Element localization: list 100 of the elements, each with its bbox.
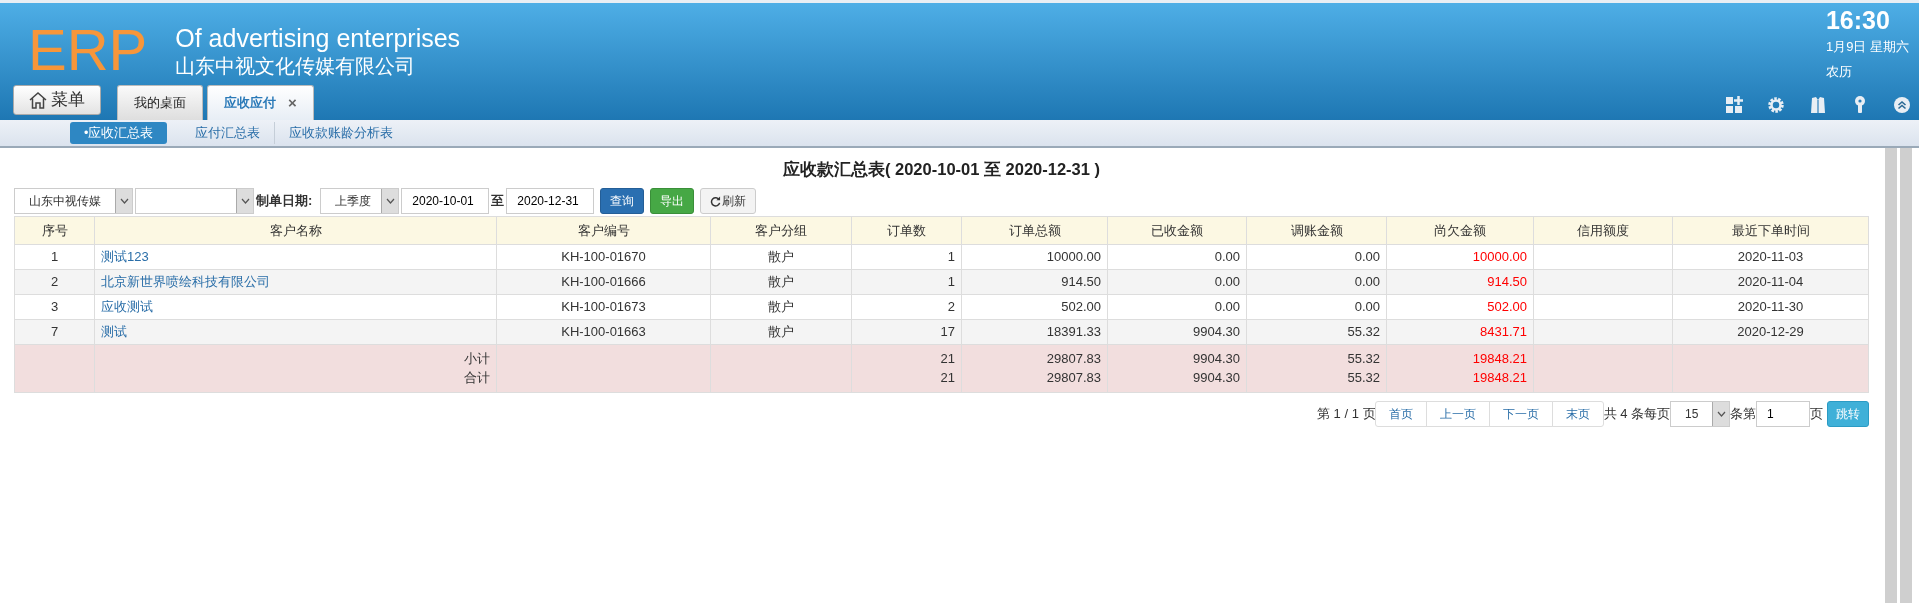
table-cell: 2 — [14, 269, 95, 295]
column-header: 最近下单时间 — [1672, 216, 1869, 245]
table-cell: 2020-11-03 — [1672, 244, 1869, 270]
table-cell: 17 — [851, 319, 962, 345]
toolbar-button[interactable]: 导出 — [650, 187, 695, 214]
table-cell: 0.00 — [1107, 294, 1247, 320]
company-select[interactable]: 山东中视传媒 — [14, 187, 133, 214]
page-number-field[interactable]: 1 — [1756, 400, 1810, 427]
pager-button[interactable]: 上一页 — [1425, 400, 1490, 427]
date-from-field[interactable]: 2020-10-01 — [401, 187, 490, 214]
page-suffix-label: 页 — [1810, 405, 1823, 423]
table-cell: KH-100-01666 — [496, 269, 711, 295]
customer-link[interactable]: 应收测试 — [101, 299, 153, 314]
column-header: 已收金额 — [1107, 216, 1247, 245]
logo: ERP — [28, 21, 148, 79]
table-cell: KH-100-01663 — [496, 319, 711, 345]
column-header: 客户名称 — [94, 216, 497, 245]
table-cell: 7 — [14, 319, 95, 345]
toolbar-button[interactable]: 刷新 — [700, 187, 757, 214]
table-cell: 18391.33 — [961, 319, 1108, 345]
pager-button[interactable]: 末页 — [1551, 400, 1604, 427]
column-header: 客户编号 — [496, 216, 711, 245]
home-icon — [29, 91, 47, 109]
scrollbar[interactable] — [1900, 148, 1912, 603]
total-value: 29807.83 — [1046, 370, 1101, 386]
column-header: 调账金额 — [1246, 216, 1387, 245]
column-header: 订单总额 — [961, 216, 1108, 245]
total-value: 55.32 — [1347, 350, 1380, 366]
total-value: 29807.83 — [1046, 350, 1101, 366]
refresh-icon — [710, 196, 722, 208]
table-cell: 0.00 — [1107, 269, 1247, 295]
subnav-link[interactable]: •应收汇总表 — [70, 121, 168, 145]
table-cell: KH-100-01670 — [496, 244, 711, 270]
column-header: 尚欠金额 — [1386, 216, 1534, 245]
menu-button[interactable]: 菜单 — [13, 85, 101, 115]
table-cell: 2020-11-30 — [1672, 294, 1869, 320]
table-cell: 2 — [851, 294, 962, 320]
toolbar-button[interactable]: 查询 — [600, 187, 645, 214]
grid-add-icon[interactable] — [1725, 96, 1743, 114]
total-value: 55.32 — [1347, 370, 1380, 386]
table-cell: 散户 — [710, 269, 852, 295]
scrollbar[interactable] — [1885, 148, 1897, 603]
column-header: 客户分组 — [710, 216, 852, 245]
company-name: 山东中视文化传媒有限公司 — [175, 54, 417, 79]
date-to-field[interactable]: 2020-12-31 — [506, 187, 595, 214]
page-info: 第 1 / 1 页 — [1317, 405, 1376, 423]
clock-time: 16:30 — [1825, 7, 1891, 35]
total-value: 19848.21 — [1472, 350, 1527, 366]
collapse-icon[interactable] — [1893, 96, 1911, 114]
total-value: 19848.21 — [1472, 370, 1527, 386]
table-cell: 55.32 — [1246, 319, 1387, 345]
total-value: 9904.30 — [1193, 350, 1240, 366]
subnav-link[interactable]: 应收款账龄分析表 — [275, 121, 408, 145]
table-cell: 914.50 — [1386, 269, 1534, 295]
close-tab-button[interactable]: × — [288, 91, 297, 115]
table-cell: 2020-11-04 — [1672, 269, 1869, 295]
table-cell: 9904.30 — [1107, 319, 1247, 345]
subnav-link[interactable]: 应付汇总表 — [181, 121, 276, 145]
table-cell: 2020-12-29 — [1672, 319, 1869, 345]
table-cell: 10000.00 — [1386, 244, 1534, 270]
tab[interactable]: 应收应付 × — [207, 85, 314, 120]
table-cell: 1 — [851, 244, 962, 270]
record-count: 共 4 条每页 — [1603, 405, 1670, 423]
table-cell: 0.00 — [1246, 294, 1387, 320]
tab[interactable]: 我的桌面 — [117, 85, 203, 120]
table-cell: KH-100-01673 — [496, 294, 711, 320]
table-cell: 散户 — [710, 319, 852, 345]
table-cell: 1 — [851, 269, 962, 295]
column-header: 订单数 — [851, 216, 962, 245]
total-value: 21 — [940, 370, 955, 386]
column-header: 序号 — [14, 216, 95, 245]
settings-icon[interactable] — [1767, 96, 1785, 114]
table-cell: 914.50 — [961, 269, 1108, 295]
table-cell: 3 — [14, 294, 95, 320]
customer-link[interactable]: 测试123 — [101, 249, 149, 264]
table-cell: 0.00 — [1246, 244, 1387, 270]
page-prefix-label: 条第 — [1730, 405, 1756, 423]
customer-link[interactable]: 测试 — [101, 324, 127, 339]
table-cell: 502.00 — [961, 294, 1108, 320]
app-title: Of advertising enterprises — [175, 23, 461, 53]
table-cell: 散户 — [710, 244, 852, 270]
period-select[interactable]: 上季度 — [320, 187, 400, 214]
to-label: 至 — [491, 192, 505, 210]
lunar-calendar-link[interactable]: 农历 — [1825, 62, 1909, 82]
total-label: 小计 — [464, 350, 490, 366]
column-header: 信用额度 — [1533, 216, 1673, 245]
total-value: 9904.30 — [1193, 370, 1240, 386]
table-cell: 502.00 — [1386, 294, 1534, 320]
date-label: 制单日期: — [256, 192, 313, 210]
total-label: 合计 — [464, 370, 490, 386]
report-title: 应收款汇总表( 2020-10-01 至 2020-12-31 ) — [781, 159, 1102, 180]
pager-button[interactable]: 下一页 — [1488, 400, 1553, 427]
clock-date: 1月9日 星期六 — [1825, 37, 1909, 56]
table-cell: 散户 — [710, 294, 852, 320]
page-size-select[interactable]: 15 — [1670, 400, 1730, 427]
total-value: 21 — [940, 350, 955, 366]
pager-button[interactable]: 首页 — [1374, 400, 1427, 427]
table-cell: 0.00 — [1107, 244, 1247, 270]
table-cell: 10000.00 — [961, 244, 1108, 270]
table-cell: 0.00 — [1246, 269, 1387, 295]
